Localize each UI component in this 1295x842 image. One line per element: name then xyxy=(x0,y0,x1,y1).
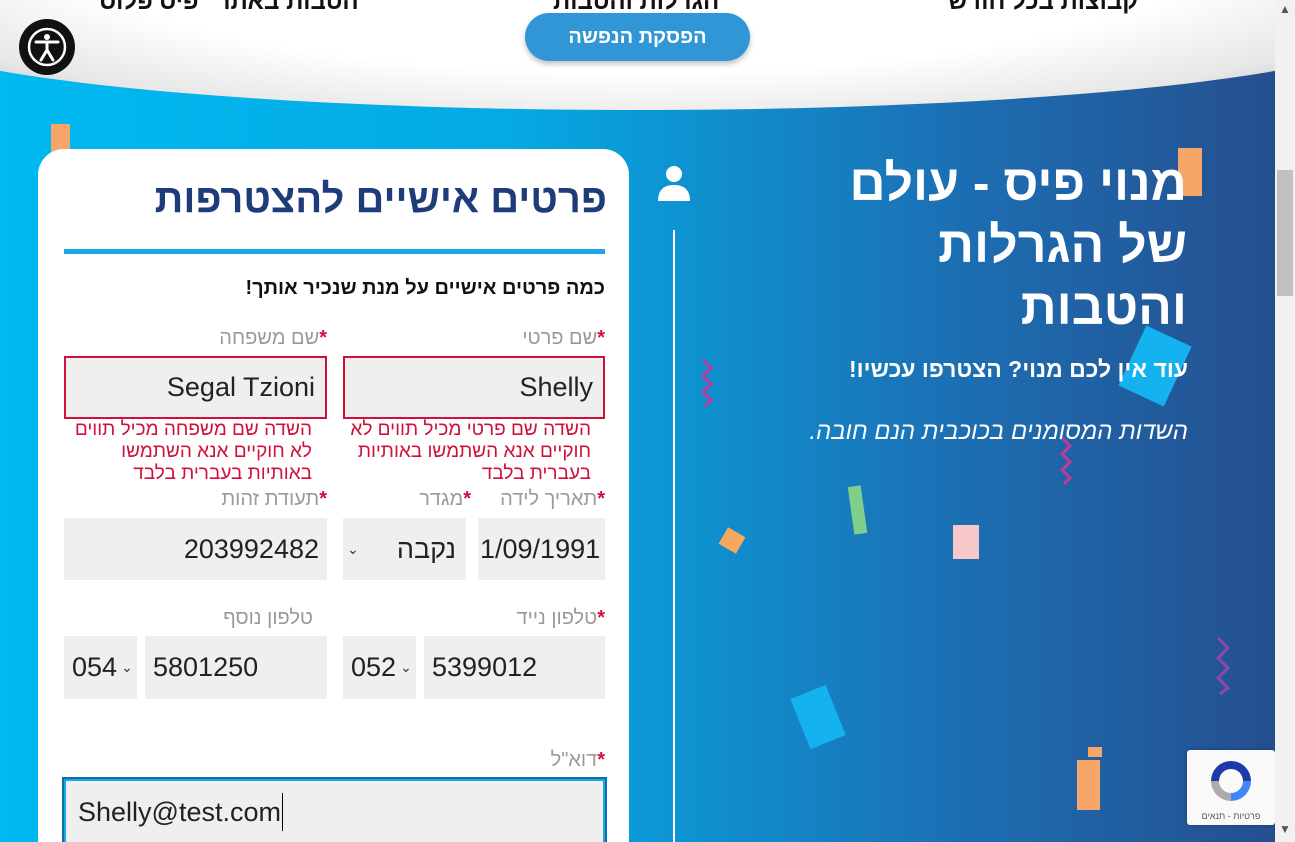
hero-title: מנוי פיס - עולם של הגרלות והטבות xyxy=(767,152,1187,338)
required-star: * xyxy=(319,488,327,510)
vertical-scrollbar[interactable]: ▲ ▼ xyxy=(1275,0,1295,842)
gender-label-text: מגדר xyxy=(419,488,464,510)
required-star: * xyxy=(597,488,605,510)
email-label: *דוא"ל xyxy=(551,749,605,772)
extra-phone-label-text: טלפון נוסף xyxy=(223,607,313,629)
scroll-up-arrow-icon[interactable]: ▲ xyxy=(1275,2,1295,20)
last-name-label-text: שם משפחה xyxy=(219,327,320,349)
extra-prefix-value: 054 xyxy=(72,652,118,682)
email-label-text: דוא"ל xyxy=(550,749,598,771)
confetti-piece xyxy=(953,525,979,559)
chevron-down-icon: ⌄ xyxy=(121,659,133,675)
birth-date-label: *תאריך לידה xyxy=(500,488,605,511)
birth-date-label-text: תאריך לידה xyxy=(500,488,598,510)
required-star: * xyxy=(597,607,605,629)
last-name-value: Segal Tzioni xyxy=(166,372,315,402)
id-number-label: *תעודת זהות xyxy=(221,488,327,511)
accessibility-button[interactable] xyxy=(19,19,75,75)
email-value: Shelly@test.com xyxy=(78,796,281,827)
hero-title-line: והטבות xyxy=(1020,279,1187,335)
extra-phone-label: טלפון נוסף xyxy=(223,607,313,630)
mobile-prefix-value: 052 xyxy=(351,652,397,682)
hero-title-line: של הגרלות xyxy=(938,217,1187,273)
nav-link-monthly-groups[interactable]: קבוצות בכל חודש xyxy=(948,0,1138,16)
first-name-value: Shelly xyxy=(519,372,593,402)
first-name-input[interactable]: Shelly xyxy=(343,356,605,419)
first-name-label-text: שם פרטי xyxy=(522,327,598,349)
mobile-phone-input[interactable]: 5399012 xyxy=(424,636,605,699)
required-star: * xyxy=(463,488,471,510)
user-icon xyxy=(658,166,690,201)
first-name-label: *שם פרטי xyxy=(522,327,605,350)
divider-line xyxy=(673,230,675,842)
required-fields-note: השדות המסומנים בכוכבית הנם חובה. xyxy=(809,418,1188,445)
confetti-piece xyxy=(790,684,846,750)
first-name-error: השדה שם פרטי מכיל תווים לא חוקיים אנא הש… xyxy=(350,419,591,484)
title-underline xyxy=(64,249,605,254)
page-background: קבוצות בכל חודש הגרלות והטבות הטבות באתר… xyxy=(0,0,1275,842)
extra-phone-input[interactable]: 5801250 xyxy=(145,636,327,699)
id-number-input[interactable]: 203992482 xyxy=(64,518,327,580)
scroll-thumb[interactable] xyxy=(1277,170,1293,296)
birth-date-input[interactable]: 1/09/1991 xyxy=(478,518,605,580)
confetti-squiggle xyxy=(700,358,714,408)
form-subtitle: כמה פרטים אישיים על מנת שנכיר אותך! xyxy=(245,277,605,299)
id-number-value: 203992482 xyxy=(183,533,319,564)
gender-label: *מגדר xyxy=(419,488,471,511)
chevron-down-icon: ⌄ xyxy=(347,540,359,557)
recaptcha-links[interactable]: פרטיות - תנאים xyxy=(1187,811,1275,821)
mobile-phone-label: *טלפון נייד xyxy=(517,607,605,630)
confetti-squiggle xyxy=(1215,636,1231,696)
recaptcha-icon xyxy=(1211,761,1251,801)
scroll-down-arrow-icon[interactable]: ▼ xyxy=(1275,822,1295,840)
birth-date-value: 1/09/1991 xyxy=(480,533,601,564)
confetti-piece xyxy=(1077,760,1100,810)
accessibility-icon xyxy=(27,27,67,67)
last-name-error: השדה שם משפחה מכיל תווים לא חוקיים אנא ה… xyxy=(74,419,312,484)
text-cursor xyxy=(281,793,283,831)
required-star: * xyxy=(319,327,327,349)
nav-link-pais-plus[interactable]: הטבות באתר "פיס פלוס" xyxy=(88,0,359,16)
hero-subtitle: עוד אין לכם מנוי? הצטרפו עכשיו! xyxy=(848,356,1188,382)
email-input[interactable]: Shelly@test.com xyxy=(64,779,605,842)
gender-select[interactable]: נקבה ⌄ xyxy=(343,518,466,580)
required-star: * xyxy=(597,327,605,349)
mobile-phone-number: 5399012 xyxy=(432,652,538,682)
last-name-label: *שם משפחה xyxy=(219,327,327,350)
last-name-input[interactable]: Segal Tzioni xyxy=(64,356,327,419)
gender-value: נקבה xyxy=(396,533,456,564)
confetti-piece xyxy=(1088,747,1102,757)
mobile-prefix-select[interactable]: 052 ⌄ xyxy=(343,636,416,699)
required-star: * xyxy=(597,749,605,771)
mobile-phone-label-text: טלפון נייד xyxy=(516,607,598,629)
recaptcha-badge[interactable]: פרטיות - תנאים xyxy=(1187,750,1275,825)
hero-title-line: מנוי פיס - עולם xyxy=(849,155,1187,211)
chevron-down-icon: ⌄ xyxy=(400,659,412,675)
confetti-piece xyxy=(718,527,746,554)
form-title: פרטים אישיים להצטרפות xyxy=(154,177,607,221)
extra-prefix-select[interactable]: 054 ⌄ xyxy=(64,636,137,699)
registration-form-card: פרטים אישיים להצטרפות כמה פרטים אישיים ע… xyxy=(38,149,629,842)
extra-phone-number: 5801250 xyxy=(153,652,259,682)
confetti-piece xyxy=(847,485,868,535)
stop-gambling-button[interactable]: הפסקת הנפשה xyxy=(525,13,750,61)
id-number-label-text: תעודת זהות xyxy=(221,488,320,510)
